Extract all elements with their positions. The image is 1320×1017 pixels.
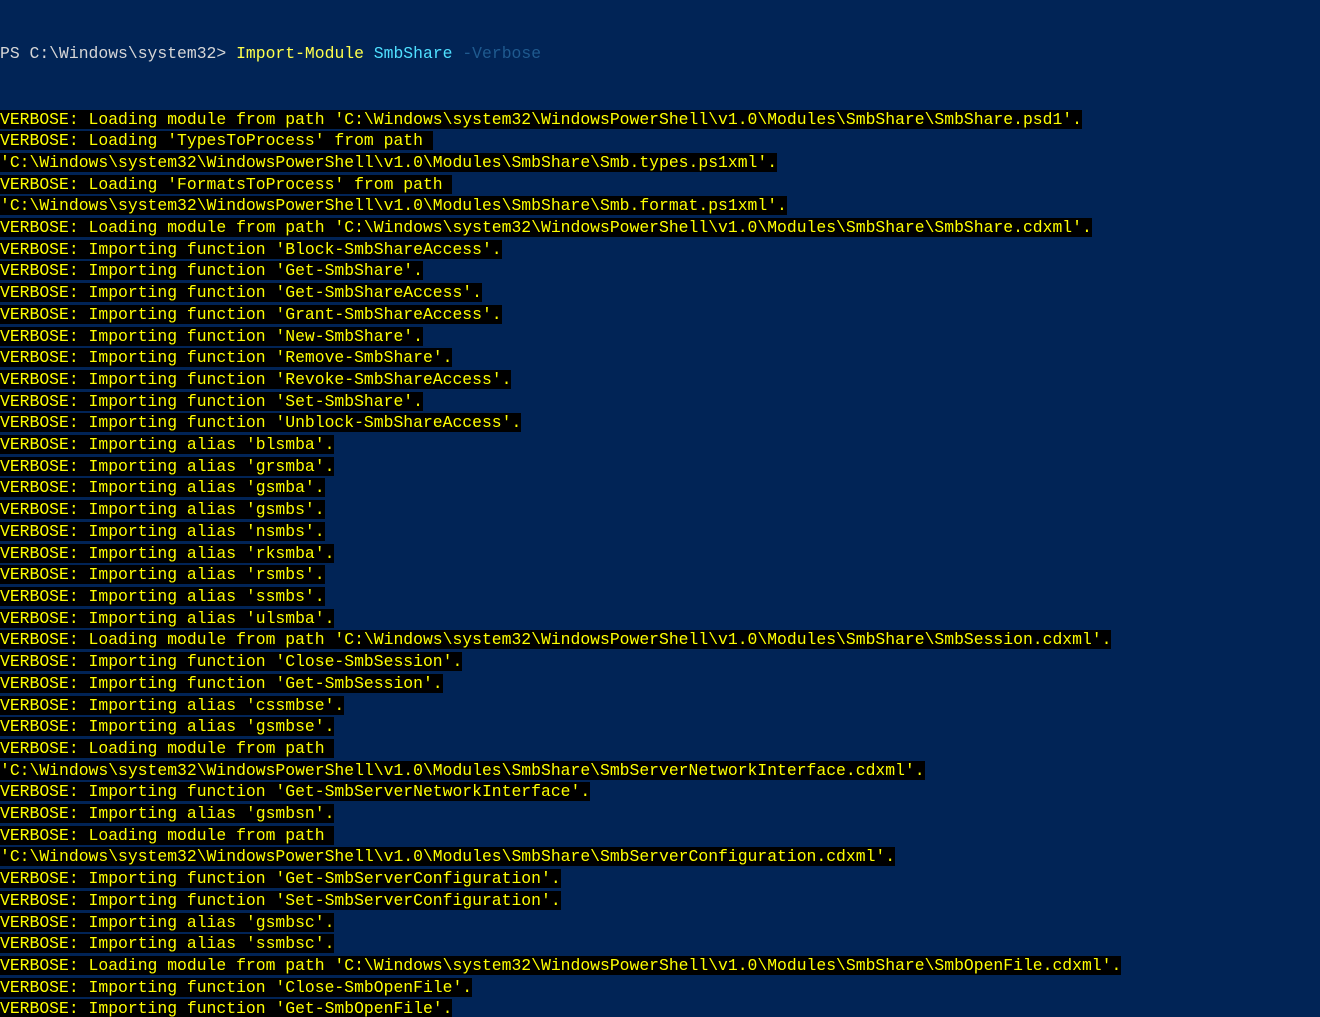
verbose-line: 'C:\Windows\system32\WindowsPowerShell\v… (0, 760, 1320, 782)
verbose-line: VERBOSE: Importing function 'Unblock-Smb… (0, 412, 1320, 434)
verbose-text: VERBOSE: Importing function 'Grant-SmbSh… (0, 305, 502, 324)
verbose-line: VERBOSE: Loading 'FormatsToProcess' from… (0, 174, 1320, 196)
powershell-terminal[interactable]: PS C:\Windows\system32> Import-Module Sm… (0, 0, 1320, 1017)
prompt-path: PS C:\Windows\system32> (0, 44, 226, 63)
verbose-text: VERBOSE: Importing alias 'cssmbse'. (0, 696, 344, 715)
verbose-text: VERBOSE: Loading module from path 'C:\Wi… (0, 956, 1121, 975)
verbose-text: VERBOSE: Importing function 'Get-SmbShar… (0, 261, 423, 280)
verbose-text: VERBOSE: Importing alias 'grsmba'. (0, 457, 334, 476)
verbose-line: VERBOSE: Loading module from path 'C:\Wi… (0, 955, 1320, 977)
verbose-text: VERBOSE: Importing alias 'rksmba'. (0, 544, 334, 563)
verbose-line: 'C:\Windows\system32\WindowsPowerShell\v… (0, 195, 1320, 217)
verbose-line: 'C:\Windows\system32\WindowsPowerShell\v… (0, 152, 1320, 174)
verbose-text: VERBOSE: Importing function 'Get-SmbSess… (0, 674, 443, 693)
verbose-text: VERBOSE: Loading module from path (0, 826, 334, 845)
verbose-line: VERBOSE: Importing alias 'cssmbse'. (0, 695, 1320, 717)
verbose-line: VERBOSE: Importing alias 'gsmbsc'. (0, 912, 1320, 934)
terminal-output: VERBOSE: Loading module from path 'C:\Wi… (0, 109, 1320, 1017)
verbose-line: VERBOSE: Importing alias 'blsmba'. (0, 434, 1320, 456)
verbose-text: VERBOSE: Importing alias 'gsmbse'. (0, 717, 334, 736)
verbose-line: VERBOSE: Importing alias 'ssmbs'. (0, 586, 1320, 608)
verbose-text: VERBOSE: Importing alias 'nsmbs'. (0, 522, 325, 541)
verbose-text: 'C:\Windows\system32\WindowsPowerShell\v… (0, 153, 777, 172)
verbose-text: VERBOSE: Importing alias 'ulsmba'. (0, 609, 334, 628)
verbose-text: VERBOSE: Importing function 'Get-SmbOpen… (0, 999, 452, 1017)
verbose-text: VERBOSE: Importing alias 'ssmbsc'. (0, 934, 334, 953)
verbose-line: VERBOSE: Importing alias 'gsmba'. (0, 477, 1320, 499)
verbose-text: 'C:\Windows\system32\WindowsPowerShell\v… (0, 196, 787, 215)
verbose-text: 'C:\Windows\system32\WindowsPowerShell\v… (0, 847, 895, 866)
verbose-text: VERBOSE: Loading module from path (0, 739, 334, 758)
verbose-text: VERBOSE: Importing alias 'blsmba'. (0, 435, 334, 454)
verbose-line: VERBOSE: Importing function 'Get-SmbSess… (0, 673, 1320, 695)
verbose-text: VERBOSE: Loading module from path 'C:\Wi… (0, 630, 1111, 649)
verbose-text: 'C:\Windows\system32\WindowsPowerShell\v… (0, 761, 925, 780)
verbose-text: VERBOSE: Importing alias 'rsmbs'. (0, 565, 325, 584)
verbose-line: VERBOSE: Importing alias 'grsmba'. (0, 456, 1320, 478)
prompt-switch: -Verbose (462, 44, 541, 63)
verbose-line: VERBOSE: Importing function 'Grant-SmbSh… (0, 304, 1320, 326)
verbose-line: VERBOSE: Importing alias 'ulsmba'. (0, 608, 1320, 630)
verbose-text: VERBOSE: Importing alias 'gsmbsc'. (0, 913, 334, 932)
verbose-line: VERBOSE: Importing function 'Get-SmbServ… (0, 781, 1320, 803)
prompt-argument: SmbShare (374, 44, 453, 63)
prompt-line: PS C:\Windows\system32> Import-Module Sm… (0, 43, 1320, 65)
verbose-text: VERBOSE: Importing function 'Set-SmbShar… (0, 392, 423, 411)
verbose-line: VERBOSE: Importing alias 'gsmbsn'. (0, 803, 1320, 825)
verbose-text: VERBOSE: Importing function 'Get-SmbServ… (0, 782, 590, 801)
verbose-line: VERBOSE: Importing function 'Close-SmbOp… (0, 977, 1320, 999)
verbose-line: VERBOSE: Importing alias 'gsmbs'. (0, 499, 1320, 521)
verbose-line: VERBOSE: Importing function 'Get-SmbShar… (0, 282, 1320, 304)
verbose-text: VERBOSE: Importing function 'Block-SmbSh… (0, 240, 502, 259)
verbose-text: VERBOSE: Importing function 'Remove-SmbS… (0, 348, 452, 367)
verbose-line: VERBOSE: Importing function 'Block-SmbSh… (0, 239, 1320, 261)
verbose-line: VERBOSE: Importing alias 'rsmbs'. (0, 564, 1320, 586)
verbose-text: VERBOSE: Loading 'TypesToProcess' from p… (0, 131, 433, 150)
verbose-text: VERBOSE: Loading 'FormatsToProcess' from… (0, 175, 452, 194)
verbose-line: VERBOSE: Loading 'TypesToProcess' from p… (0, 130, 1320, 152)
verbose-text: VERBOSE: Loading module from path 'C:\Wi… (0, 110, 1082, 129)
verbose-line: VERBOSE: Importing alias 'rksmba'. (0, 543, 1320, 565)
verbose-line: VERBOSE: Importing function 'New-SmbShar… (0, 326, 1320, 348)
verbose-text: VERBOSE: Importing function 'Set-SmbServ… (0, 891, 561, 910)
verbose-text: VERBOSE: Importing alias 'ssmbs'. (0, 587, 325, 606)
verbose-line: VERBOSE: Loading module from path 'C:\Wi… (0, 629, 1320, 651)
verbose-text: VERBOSE: Importing function 'New-SmbShar… (0, 327, 423, 346)
verbose-line: VERBOSE: Importing function 'Close-SmbSe… (0, 651, 1320, 673)
verbose-line: VERBOSE: Loading module from path (0, 825, 1320, 847)
prompt-command: Import-Module (236, 44, 364, 63)
verbose-line: VERBOSE: Importing alias 'ssmbsc'. (0, 933, 1320, 955)
verbose-line: VERBOSE: Importing function 'Get-SmbOpen… (0, 998, 1320, 1017)
verbose-line: VERBOSE: Importing alias 'nsmbs'. (0, 521, 1320, 543)
verbose-text: VERBOSE: Importing function 'Revoke-SmbS… (0, 370, 511, 389)
verbose-text: VERBOSE: Importing alias 'gsmbsn'. (0, 804, 334, 823)
verbose-line: VERBOSE: Importing alias 'gsmbse'. (0, 716, 1320, 738)
verbose-line: VERBOSE: Loading module from path 'C:\Wi… (0, 217, 1320, 239)
verbose-text: VERBOSE: Importing function 'Get-SmbShar… (0, 283, 482, 302)
verbose-line: VERBOSE: Importing function 'Remove-SmbS… (0, 347, 1320, 369)
verbose-text: VERBOSE: Loading module from path 'C:\Wi… (0, 218, 1092, 237)
verbose-text: VERBOSE: Importing function 'Get-SmbServ… (0, 869, 561, 888)
verbose-text: VERBOSE: Importing function 'Close-SmbSe… (0, 652, 462, 671)
verbose-line: VERBOSE: Importing function 'Get-SmbServ… (0, 868, 1320, 890)
verbose-text: VERBOSE: Importing alias 'gsmba'. (0, 478, 325, 497)
verbose-line: VERBOSE: Importing function 'Set-SmbServ… (0, 890, 1320, 912)
verbose-text: VERBOSE: Importing function 'Close-SmbOp… (0, 978, 472, 997)
verbose-line: 'C:\Windows\system32\WindowsPowerShell\v… (0, 846, 1320, 868)
verbose-line: VERBOSE: Loading module from path 'C:\Wi… (0, 109, 1320, 131)
verbose-line: VERBOSE: Importing function 'Revoke-SmbS… (0, 369, 1320, 391)
verbose-text: VERBOSE: Importing alias 'gsmbs'. (0, 500, 325, 519)
verbose-line: VERBOSE: Importing function 'Set-SmbShar… (0, 391, 1320, 413)
verbose-line: VERBOSE: Loading module from path (0, 738, 1320, 760)
verbose-text: VERBOSE: Importing function 'Unblock-Smb… (0, 413, 521, 432)
verbose-line: VERBOSE: Importing function 'Get-SmbShar… (0, 260, 1320, 282)
